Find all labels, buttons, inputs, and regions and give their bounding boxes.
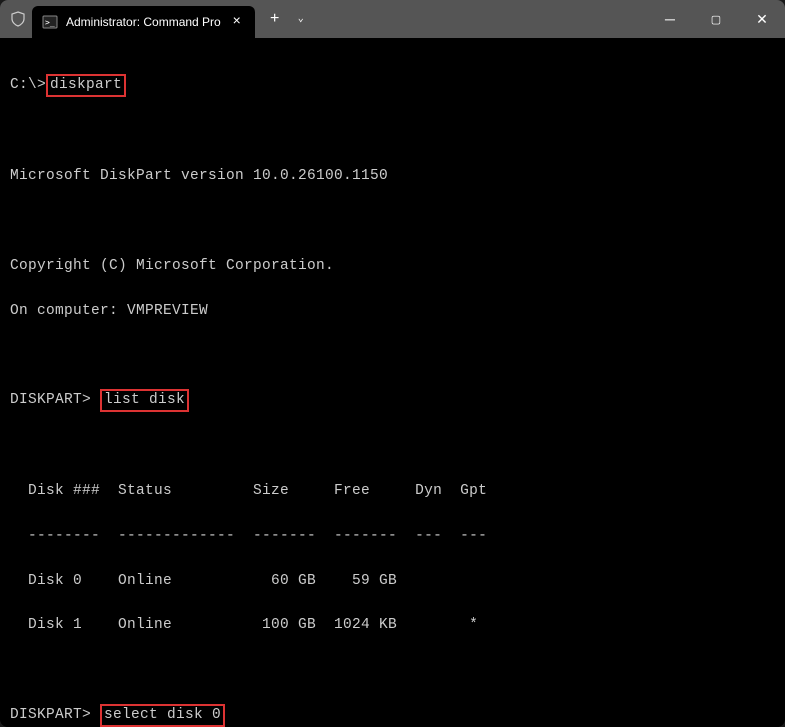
disk-divider: -------- ------------- ------- ------- -… (10, 525, 775, 547)
tab-title: Administrator: Command Pro (66, 15, 221, 29)
cmd-icon: >_ (42, 14, 58, 30)
line-copyright: Copyright (C) Microsoft Corporation. (10, 255, 775, 277)
tab-dropdown-button[interactable]: ⌄ (289, 5, 313, 33)
disk-header: Disk ### Status Size Free Dyn Gpt (10, 480, 775, 502)
maximize-button[interactable]: ▢ (693, 0, 739, 38)
svg-text:>_: >_ (45, 18, 55, 27)
disk-row: Disk 0 Online 60 GB 59 GB (10, 570, 775, 592)
admin-shield-icon (8, 11, 32, 27)
line-computer: On computer: VMPREVIEW (10, 300, 775, 322)
line-initial: C:\>diskpart (10, 74, 775, 97)
highlight-diskpart: diskpart (46, 74, 126, 97)
active-tab[interactable]: >_ Administrator: Command Pro × (32, 6, 255, 38)
new-tab-button[interactable]: + (261, 5, 289, 33)
terminal-content[interactable]: C:\>diskpart Microsoft DiskPart version … (0, 38, 785, 727)
disk-row: Disk 1 Online 100 GB 1024 KB * (10, 614, 775, 636)
terminal-window: >_ Administrator: Command Pro × + ⌄ ─ ▢ … (0, 0, 785, 727)
tabs-area: >_ Administrator: Command Pro × + ⌄ (0, 0, 313, 38)
window-controls: ─ ▢ ✕ (647, 0, 785, 38)
line-list-disk: DISKPART> list disk (10, 389, 775, 412)
close-window-button[interactable]: ✕ (739, 0, 785, 38)
minimize-button[interactable]: ─ (647, 0, 693, 38)
tab-close-button[interactable]: × (229, 14, 245, 30)
titlebar: >_ Administrator: Command Pro × + ⌄ ─ ▢ … (0, 0, 785, 38)
line-version: Microsoft DiskPart version 10.0.26100.11… (10, 165, 775, 187)
highlight-list-disk: list disk (100, 389, 189, 412)
highlight-select-disk: select disk 0 (100, 704, 225, 727)
line-select-disk: DISKPART> select disk 0 (10, 704, 775, 727)
